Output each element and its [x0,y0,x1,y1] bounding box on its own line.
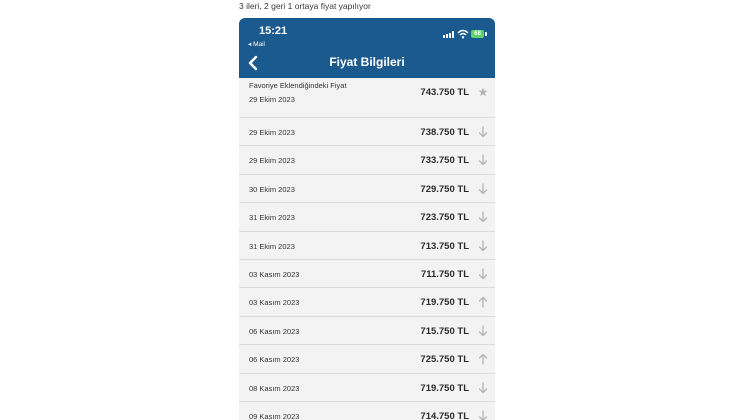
arrow-down-icon [478,126,488,138]
favorite-date: 29 Ekim 2023 [249,95,295,104]
price-row: 29 Ekim 2023 738.750 TL [239,118,495,147]
price-row: 06 Kasım 2023 725.750 TL [239,345,495,374]
status-time: 15:21 [259,25,288,37]
price-row: 29 Ekim 2023 733.750 TL [239,146,495,175]
price-row: 31 Ekim 2023 723.750 TL [239,203,495,232]
app-header: 15:21 ◂ Mail 68 Fiyat Bilgileri [239,18,495,78]
arrow-down-icon [478,183,488,194]
price-row: 06 Kasım 2023 715.750 TL [239,316,495,346]
price-row: 09 Kasım 2023 714.750 TL [239,401,495,420]
back-to-mail-link[interactable]: ◂ Mail [248,40,265,48]
arrow-down-icon [478,381,488,393]
price-row-date: 08 Kasım 2023 [249,383,300,393]
price-row-date: 30 Ekim 2023 [249,184,295,194]
price-history-rows: 29 Ekim 2023 738.750 TL 29 Ekim 2023 733… [239,118,495,420]
price-row: 08 Kasım 2023 719.750 TL [239,373,495,402]
price-row-date: 06 Kasım 2023 [249,326,300,336]
phone-screen: 15:21 ◂ Mail 68 Fiyat Bilgileri Favoriye… [239,18,495,420]
price-row: 03 Kasım 2023 719.750 TL [239,288,495,317]
price-row-price: 723.750 TL [420,212,469,224]
battery-tip [485,32,487,36]
price-row-price: 711.750 TL [420,268,469,280]
price-row-price: 733.750 TL [420,155,469,167]
arrow-up-icon [478,353,488,365]
price-list: Favoriye Eklendiğindeki Fiyat 29 Ekim 20… [239,78,495,420]
favorite-label: Favoriye Eklendiğindeki Fiyat [249,81,347,90]
wifi-icon [457,29,469,39]
price-row-price: 715.750 TL [420,325,469,337]
arrow-up-icon [478,297,488,308]
price-row-price: 714.750 TL [420,410,469,420]
favorite-price: 743.750 TL [420,87,469,98]
arrow-down-icon [478,211,488,223]
favorite-price-row: Favoriye Eklendiğindeki Fiyat 29 Ekim 20… [239,78,495,118]
price-row-price: 713.750 TL [420,240,469,252]
arrow-down-icon [478,154,488,166]
price-row-price: 725.750 TL [420,354,469,366]
price-row-date: 03 Kasım 2023 [249,269,300,279]
price-row-price: 729.750 TL [420,183,469,195]
price-row-date: 29 Ekim 2023 [249,128,295,137]
price-row-date: 09 Kasım 2023 [249,411,300,420]
price-row-date: 31 Ekim 2023 [249,213,295,223]
price-row-price: 738.750 TL [420,127,469,138]
price-row: 03 Kasım 2023 711.750 TL [239,259,495,289]
price-row-date: 29 Ekim 2023 [249,156,295,166]
battery-icon: 68 [471,30,484,38]
price-row: 31 Ekim 2023 713.750 TL [239,231,495,260]
arrow-down-icon [478,325,488,336]
star-icon[interactable] [478,86,488,98]
price-row-date: 31 Ekim 2023 [249,241,295,251]
price-row-date: 06 Kasım 2023 [249,355,300,365]
cellular-signal-icon [443,31,455,38]
page-title: Fiyat Bilgileri [329,55,405,69]
arrow-down-icon [478,239,488,251]
price-row-price: 719.750 TL [420,382,469,394]
price-row-price: 719.750 TL [420,297,469,309]
price-row: 30 Ekim 2023 729.750 TL [239,174,495,204]
arrow-down-icon [478,268,488,280]
price-row-date: 03 Kasım 2023 [249,298,300,308]
arrow-down-icon [478,410,488,420]
post-caption: 3 ileri, 2 geri 1 ortaya fiyat yapılıyor [239,1,371,11]
